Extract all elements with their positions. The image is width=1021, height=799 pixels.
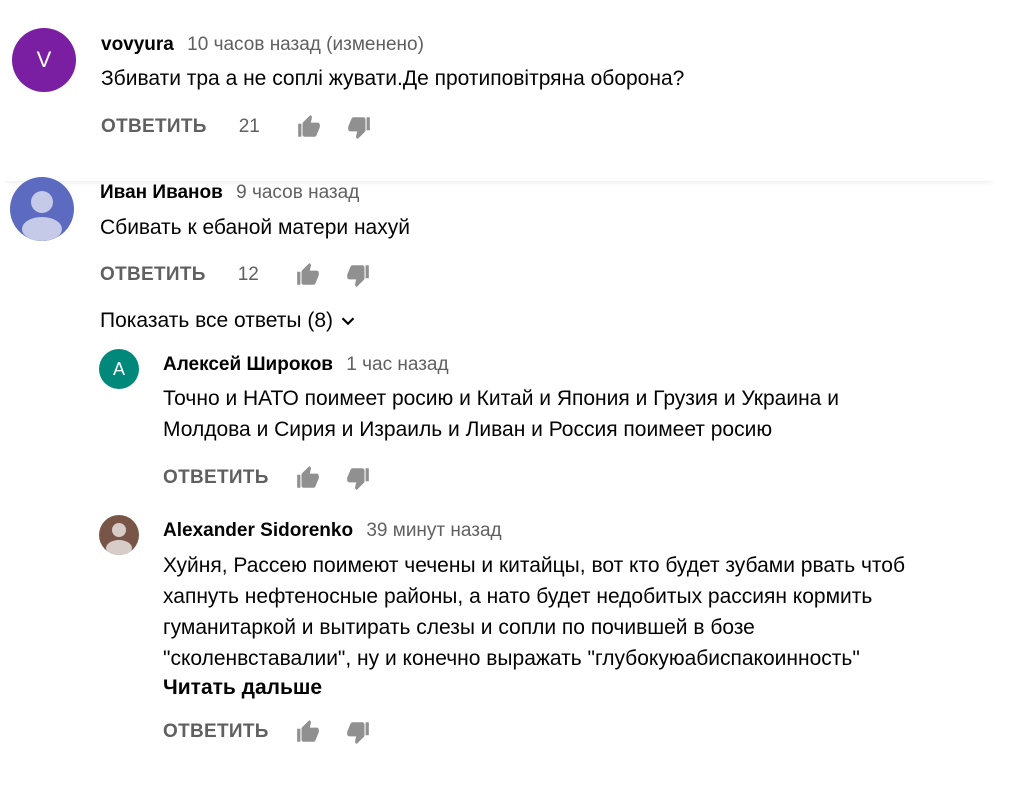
reply-header: Алексей Широков 1 час назад [163, 354, 449, 376]
thumbs-up-icon[interactable] [293, 717, 323, 747]
reply-actions: ОТВЕТИТЬ [163, 717, 373, 747]
thumbs-up-icon[interactable] [293, 260, 323, 290]
thumbs-up-icon[interactable] [294, 112, 324, 142]
thumbs-down-icon[interactable] [343, 717, 373, 747]
reply-button[interactable]: ОТВЕТИТЬ [100, 264, 206, 286]
avatar[interactable]: А [99, 349, 139, 389]
avatar[interactable]: V [12, 28, 76, 92]
read-more-link[interactable]: Читать дальше [163, 676, 322, 700]
reply-header: Alexander Sidorenko 39 минут назад [163, 520, 502, 542]
reply-author[interactable]: Alexander Sidorenko [163, 520, 353, 541]
comment-time[interactable]: 10 часов назад (изменено) [187, 34, 424, 55]
reply-text-line: Молдова и Сирия и Израиль и Ливан и Росс… [163, 418, 773, 441]
reply-text-line: гуманитаркой и вытирать слезы и сопли по… [163, 616, 755, 639]
like-count: 21 [238, 116, 260, 137]
reply-actions: ОТВЕТИТЬ [163, 463, 373, 493]
reply-button[interactable]: ОТВЕТИТЬ [163, 721, 269, 743]
reply-text-line: хапнуть нефтеносные районы, а нато будет… [163, 585, 873, 608]
comment-header: Иван Иванов 9 часов назад [100, 182, 359, 204]
reply-button[interactable]: ОТВЕТИТЬ [101, 116, 207, 138]
show-replies-button[interactable]: Показать все ответы (8) [100, 309, 359, 333]
like-count: 12 [237, 264, 259, 285]
thumbs-down-icon[interactable] [343, 463, 373, 493]
avatar[interactable] [10, 177, 74, 241]
comment-actions: ОТВЕТИТЬ 12 [100, 260, 373, 290]
reply-time[interactable]: 1 час назад [346, 354, 448, 375]
reply-time[interactable]: 39 минут назад [366, 520, 501, 541]
show-replies-label: Показать все ответы (8) [100, 309, 333, 332]
comment-text: Сбивать к ебаной матери нахуй [100, 216, 410, 239]
person-avatar-icon [106, 523, 132, 555]
reply-text-line: Хуйня, Рассею поимеют чечены и китайцы, … [163, 554, 906, 577]
reply-button[interactable]: ОТВЕТИТЬ [163, 467, 269, 489]
thumbs-down-icon[interactable] [343, 260, 373, 290]
thumbs-down-icon[interactable] [344, 112, 374, 142]
comment-author[interactable]: Иван Иванов [100, 182, 223, 203]
avatar[interactable] [99, 515, 139, 555]
comment-header: vovyura 10 часов назад (изменено) [101, 34, 424, 56]
avatar-letter: V [36, 47, 52, 72]
comment-thread-1: V vovyura 10 часов назад (изменено) Збив… [0, 0, 997, 181]
chevron-down-icon [341, 317, 355, 326]
comment-time[interactable]: 9 часов назад [236, 182, 359, 203]
avatar-letter: А [112, 358, 125, 379]
reply-text-line: "сколенвставалии", ну и конечно выражать… [163, 647, 860, 670]
thumbs-up-icon[interactable] [293, 463, 323, 493]
reply-author[interactable]: Алексей Широков [163, 354, 333, 375]
comment-actions: ОТВЕТИТЬ 21 [101, 112, 374, 142]
person-avatar-icon [22, 191, 62, 241]
reply-text-line: Точно и НАТО поимеет росию и Китай и Япо… [163, 387, 839, 410]
comment-text: Збивати тра а не соплі жувати.Де протипо… [101, 67, 685, 90]
comment-author[interactable]: vovyura [101, 34, 174, 55]
